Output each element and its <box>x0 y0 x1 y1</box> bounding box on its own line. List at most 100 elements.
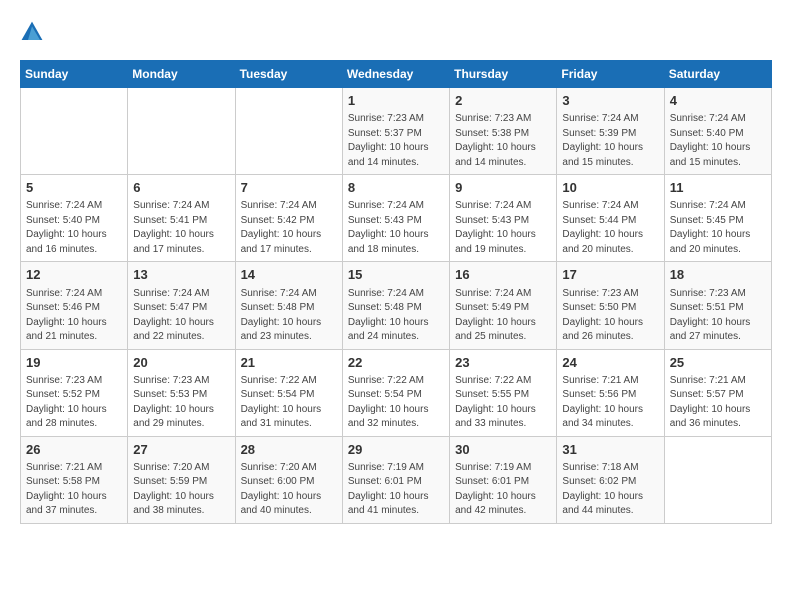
day-info: Sunrise: 7:23 AM Sunset: 5:38 PM Dayligh… <box>455 112 551 170</box>
day-info: Sunrise: 7:23 AM Sunset: 5:53 PM Dayligh… <box>133 374 229 432</box>
day-number: 13 <box>133 266 229 284</box>
day-number: 14 <box>241 266 337 284</box>
day-info: Sunrise: 7:23 AM Sunset: 5:50 PM Dayligh… <box>562 287 658 345</box>
calendar-cell: 26 Sunrise: 7:21 AM Sunset: 5:58 PM Dayli… <box>21 436 128 523</box>
calendar-cell: 1 Sunrise: 7:23 AM Sunset: 5:37 PM Daylig… <box>342 88 449 175</box>
day-number: 4 <box>670 92 766 110</box>
calendar-cell: 12 Sunrise: 7:24 AM Sunset: 5:46 PM Dayli… <box>21 262 128 349</box>
calendar-cell: 7 Sunrise: 7:24 AM Sunset: 5:42 PM Daylig… <box>235 175 342 262</box>
day-info: Sunrise: 7:24 AM Sunset: 5:39 PM Dayligh… <box>562 112 658 170</box>
calendar-cell: 9 Sunrise: 7:24 AM Sunset: 5:43 PM Daylig… <box>450 175 557 262</box>
week-row-3: 19Sunrise: 7:23 AM Sunset: 5:52 PM Dayli… <box>21 349 772 436</box>
calendar-cell: 27Sunrise: 7:20 AM Sunset: 5:59 PM Dayli… <box>128 436 235 523</box>
day-number: 26 <box>26 441 122 459</box>
calendar-cell: 22 Sunrise: 7:22 AM Sunset: 5:54 PM Dayli… <box>342 349 449 436</box>
calendar-cell <box>235 88 342 175</box>
day-info: Sunrise: 7:24 AM Sunset: 5:42 PM Dayligh… <box>241 199 337 257</box>
day-number: 5 <box>26 179 122 197</box>
week-row-1: 5 Sunrise: 7:24 AM Sunset: 5:40 PM Daylig… <box>21 175 772 262</box>
header-day-tuesday: Tuesday <box>235 61 342 88</box>
day-info: Sunrise: 7:23 AM Sunset: 5:37 PM Dayligh… <box>348 112 444 170</box>
day-info: Sunrise: 7:21 AM Sunset: 5:58 PM Dayligh… <box>26 461 122 519</box>
week-row-2: 12 Sunrise: 7:24 AM Sunset: 5:46 PM Dayli… <box>21 262 772 349</box>
day-number: 17 <box>562 266 658 284</box>
day-info: Sunrise: 7:24 AM Sunset: 5:46 PM Dayligh… <box>26 287 122 345</box>
calendar-cell: 4 Sunrise: 7:24 AM Sunset: 5:40 PM Daylig… <box>664 88 771 175</box>
day-number: 15 <box>348 266 444 284</box>
logo-icon <box>20 20 44 44</box>
day-number: 1 <box>348 92 444 110</box>
calendar-cell: 11Sunrise: 7:24 AM Sunset: 5:45 PM Dayli… <box>664 175 771 262</box>
day-info: Sunrise: 7:18 AM Sunset: 6:02 PM Dayligh… <box>562 461 658 519</box>
day-info: Sunrise: 7:21 AM Sunset: 5:56 PM Dayligh… <box>562 374 658 432</box>
calendar-cell: 5 Sunrise: 7:24 AM Sunset: 5:40 PM Daylig… <box>21 175 128 262</box>
day-info: Sunrise: 7:24 AM Sunset: 5:40 PM Dayligh… <box>26 199 122 257</box>
calendar-cell: 23 Sunrise: 7:22 AM Sunset: 5:55 PM Dayli… <box>450 349 557 436</box>
calendar-cell: 29 Sunrise: 7:19 AM Sunset: 6:01 PM Dayli… <box>342 436 449 523</box>
day-number: 24 <box>562 354 658 372</box>
header-day-saturday: Saturday <box>664 61 771 88</box>
days-header-row: SundayMondayTuesdayWednesdayThursdayFrid… <box>21 61 772 88</box>
calendar-cell: 17 Sunrise: 7:23 AM Sunset: 5:50 PM Dayli… <box>557 262 664 349</box>
week-row-0: 1 Sunrise: 7:23 AM Sunset: 5:37 PM Daylig… <box>21 88 772 175</box>
calendar-cell: 13 Sunrise: 7:24 AM Sunset: 5:47 PM Dayli… <box>128 262 235 349</box>
calendar-cell: 19Sunrise: 7:23 AM Sunset: 5:52 PM Dayli… <box>21 349 128 436</box>
calendar-cell: 21 Sunrise: 7:22 AM Sunset: 5:54 PM Dayli… <box>235 349 342 436</box>
day-info: Sunrise: 7:22 AM Sunset: 5:54 PM Dayligh… <box>348 374 444 432</box>
day-info: Sunrise: 7:20 AM Sunset: 5:59 PM Dayligh… <box>133 461 229 519</box>
calendar-cell: 24 Sunrise: 7:21 AM Sunset: 5:56 PM Dayli… <box>557 349 664 436</box>
calendar-cell: 8Sunrise: 7:24 AM Sunset: 5:43 PM Daylig… <box>342 175 449 262</box>
calendar-cell: 10Sunrise: 7:24 AM Sunset: 5:44 PM Dayli… <box>557 175 664 262</box>
header-day-monday: Monday <box>128 61 235 88</box>
day-number: 28 <box>241 441 337 459</box>
calendar-cell: 28 Sunrise: 7:20 AM Sunset: 6:00 PM Dayli… <box>235 436 342 523</box>
calendar-cell: 18Sunrise: 7:23 AM Sunset: 5:51 PM Dayli… <box>664 262 771 349</box>
calendar-cell: 6 Sunrise: 7:24 AM Sunset: 5:41 PM Daylig… <box>128 175 235 262</box>
calendar-table: SundayMondayTuesdayWednesdayThursdayFrid… <box>20 60 772 524</box>
day-info: Sunrise: 7:24 AM Sunset: 5:47 PM Dayligh… <box>133 287 229 345</box>
day-number: 29 <box>348 441 444 459</box>
day-number: 21 <box>241 354 337 372</box>
day-info: Sunrise: 7:24 AM Sunset: 5:43 PM Dayligh… <box>348 199 444 257</box>
calendar-cell: 20 Sunrise: 7:23 AM Sunset: 5:53 PM Dayli… <box>128 349 235 436</box>
calendar-cell: 31 Sunrise: 7:18 AM Sunset: 6:02 PM Dayli… <box>557 436 664 523</box>
calendar-cell <box>664 436 771 523</box>
logo <box>20 20 48 44</box>
day-number: 31 <box>562 441 658 459</box>
day-info: Sunrise: 7:24 AM Sunset: 5:41 PM Dayligh… <box>133 199 229 257</box>
header <box>20 20 772 44</box>
header-day-wednesday: Wednesday <box>342 61 449 88</box>
day-number: 11 <box>670 179 766 197</box>
day-number: 30 <box>455 441 551 459</box>
day-number: 23 <box>455 354 551 372</box>
day-info: Sunrise: 7:21 AM Sunset: 5:57 PM Dayligh… <box>670 374 766 432</box>
day-number: 9 <box>455 179 551 197</box>
day-info: Sunrise: 7:24 AM Sunset: 5:40 PM Dayligh… <box>670 112 766 170</box>
day-number: 6 <box>133 179 229 197</box>
day-info: Sunrise: 7:22 AM Sunset: 5:54 PM Dayligh… <box>241 374 337 432</box>
calendar-cell: 16 Sunrise: 7:24 AM Sunset: 5:49 PM Dayli… <box>450 262 557 349</box>
day-number: 2 <box>455 92 551 110</box>
week-row-4: 26 Sunrise: 7:21 AM Sunset: 5:58 PM Dayli… <box>21 436 772 523</box>
day-info: Sunrise: 7:20 AM Sunset: 6:00 PM Dayligh… <box>241 461 337 519</box>
day-info: Sunrise: 7:24 AM Sunset: 5:49 PM Dayligh… <box>455 287 551 345</box>
day-number: 22 <box>348 354 444 372</box>
calendar-cell: 3Sunrise: 7:24 AM Sunset: 5:39 PM Daylig… <box>557 88 664 175</box>
day-number: 7 <box>241 179 337 197</box>
day-info: Sunrise: 7:22 AM Sunset: 5:55 PM Dayligh… <box>455 374 551 432</box>
calendar-cell: 15 Sunrise: 7:24 AM Sunset: 5:48 PM Dayli… <box>342 262 449 349</box>
calendar-cell <box>21 88 128 175</box>
day-info: Sunrise: 7:24 AM Sunset: 5:44 PM Dayligh… <box>562 199 658 257</box>
header-day-sunday: Sunday <box>21 61 128 88</box>
calendar-cell: 30Sunrise: 7:19 AM Sunset: 6:01 PM Dayli… <box>450 436 557 523</box>
day-info: Sunrise: 7:23 AM Sunset: 5:51 PM Dayligh… <box>670 287 766 345</box>
day-info: Sunrise: 7:24 AM Sunset: 5:48 PM Dayligh… <box>241 287 337 345</box>
day-info: Sunrise: 7:19 AM Sunset: 6:01 PM Dayligh… <box>348 461 444 519</box>
day-info: Sunrise: 7:24 AM Sunset: 5:48 PM Dayligh… <box>348 287 444 345</box>
day-number: 20 <box>133 354 229 372</box>
day-number: 19 <box>26 354 122 372</box>
day-info: Sunrise: 7:24 AM Sunset: 5:43 PM Dayligh… <box>455 199 551 257</box>
day-number: 12 <box>26 266 122 284</box>
calendar-cell: 14 Sunrise: 7:24 AM Sunset: 5:48 PM Dayli… <box>235 262 342 349</box>
day-number: 16 <box>455 266 551 284</box>
